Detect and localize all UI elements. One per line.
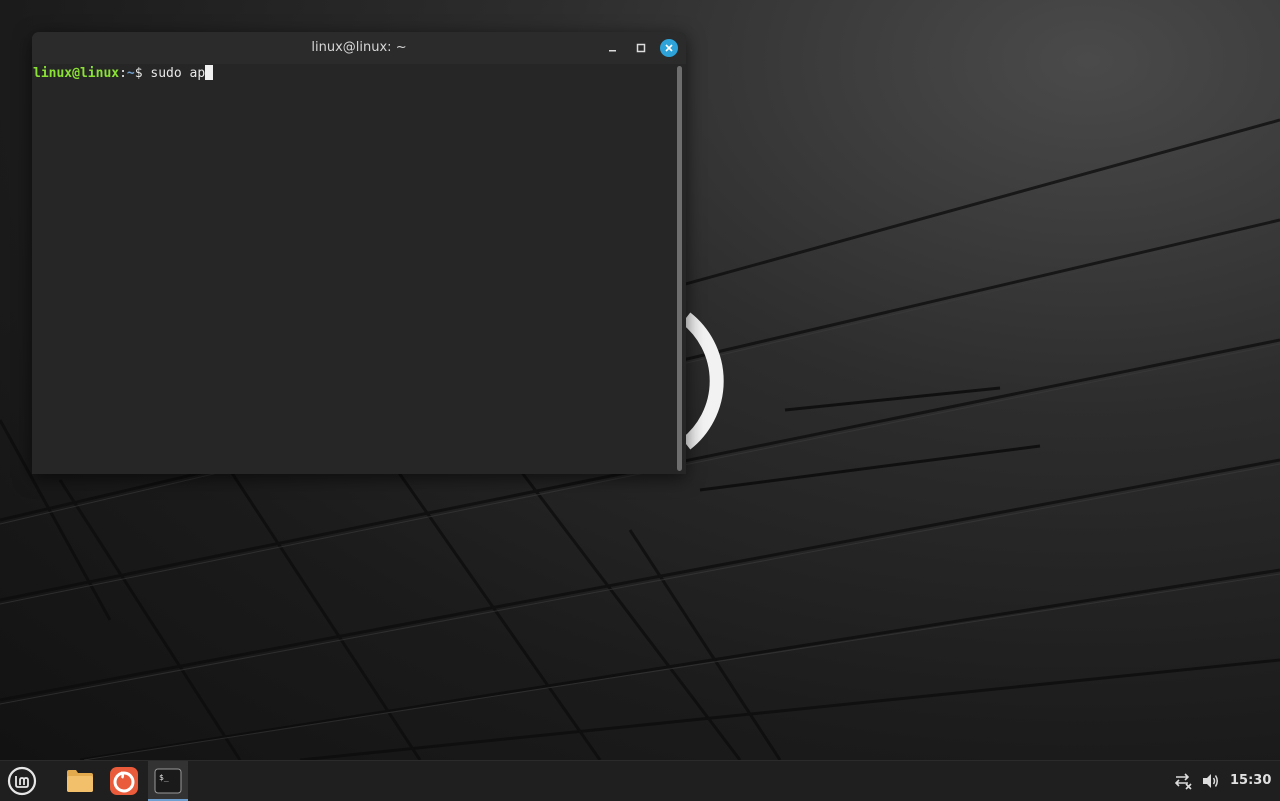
close-button-circle <box>660 39 678 57</box>
terminal-icon: $_ <box>154 768 182 794</box>
window-title: linux@linux: ~ <box>311 40 407 55</box>
close-button[interactable] <box>659 38 679 58</box>
svg-text:$_: $_ <box>159 773 169 782</box>
files-launcher[interactable] <box>60 761 100 801</box>
maximize-icon <box>636 43 646 53</box>
prompt-dollar: $ <box>134 66 143 81</box>
clock[interactable]: 15:30 <box>1230 773 1271 788</box>
terminal-window[interactable]: linux@linux: ~ linux@linux:~$ sudo ap <box>32 32 686 474</box>
desktop[interactable]: linux@linux: ~ linux@linux:~$ sudo ap <box>0 0 1280 760</box>
taskbar: $_ 15:30 <box>0 760 1280 801</box>
prompt-user: linux@linux <box>33 66 120 81</box>
network-disconnected-icon <box>1174 773 1192 790</box>
network-button[interactable] <box>1170 761 1196 801</box>
volume-icon <box>1203 774 1218 788</box>
terminal-taskbar-button[interactable]: $_ <box>148 761 188 801</box>
firefox-icon <box>110 767 138 795</box>
terminal-output[interactable]: linux@linux:~$ sudo ap <box>32 64 677 474</box>
prompt-path: ~ <box>126 66 135 81</box>
files-folder-icon <box>67 770 93 792</box>
minimize-button[interactable] <box>603 38 623 58</box>
text-cursor <box>205 65 214 80</box>
volume-button[interactable] <box>1198 761 1224 801</box>
prompt-colon: : <box>119 66 127 81</box>
maximize-button[interactable] <box>631 38 651 58</box>
minimize-icon <box>609 50 616 52</box>
firefox-launcher[interactable] <box>104 761 144 801</box>
mint-menu-icon <box>7 766 37 796</box>
window-titlebar[interactable]: linux@linux: ~ <box>32 32 686 64</box>
close-icon <box>665 44 673 52</box>
command-input[interactable]: sudo ap <box>150 66 205 81</box>
terminal-scrollbar[interactable] <box>677 66 682 471</box>
menu-button[interactable] <box>0 761 44 801</box>
